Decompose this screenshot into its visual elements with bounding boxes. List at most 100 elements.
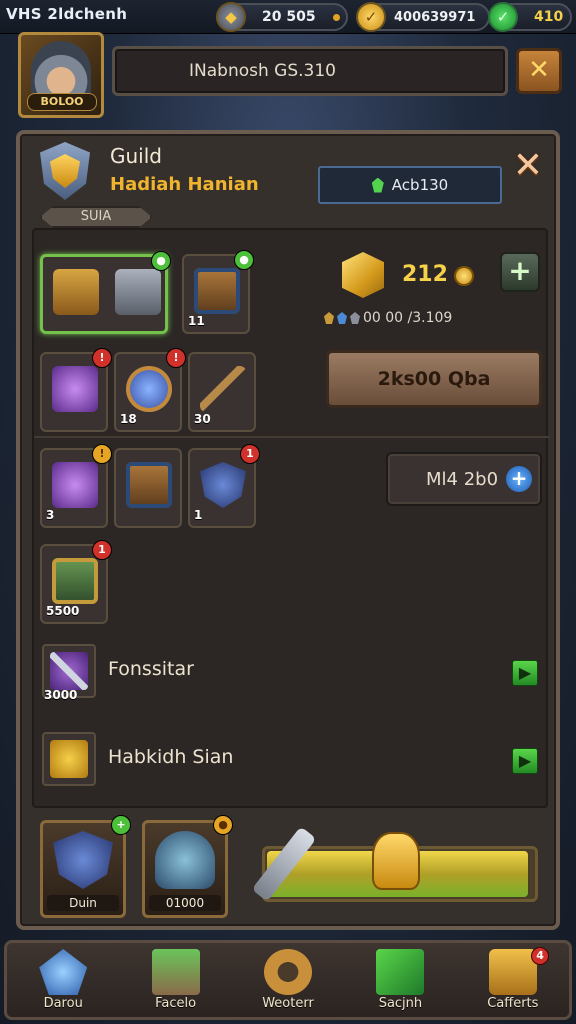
nav-item-3[interactable]: Weoterr: [232, 943, 344, 1017]
crate-icon: [126, 462, 172, 508]
gold-coin-icon: ✓: [356, 2, 386, 32]
slot-qty: 1: [194, 508, 203, 522]
hero-card[interactable]: ● 01000: [142, 815, 233, 918]
gold-value: 400639971: [394, 9, 476, 25]
guild-tag[interactable]: SUIA: [40, 206, 152, 228]
slot-badge: ●: [151, 251, 171, 271]
top-close-button[interactable]: ✕: [516, 48, 562, 94]
slot-badge: 1: [240, 444, 260, 464]
slot-bow[interactable]: 30: [188, 352, 256, 432]
list-item[interactable]: Habkidh Sian ▶: [38, 730, 546, 794]
slot-qty: 11: [188, 314, 205, 328]
gem-icon: ✓: [488, 2, 518, 32]
nav-item-2[interactable]: Facelo: [119, 943, 231, 1017]
slot-purple-box[interactable]: 3!: [40, 444, 112, 528]
slot-qty: 30: [194, 412, 211, 426]
purple-icon: [52, 462, 98, 508]
crate-icon: [194, 268, 240, 314]
nav-label: Weoterr: [262, 996, 314, 1011]
nav-item-1[interactable]: Darou: [7, 943, 119, 1017]
guild-code-field[interactable]: Acb130: [318, 166, 502, 204]
slot-badge: 1: [92, 540, 112, 560]
stone-icon: ◆: [216, 2, 246, 32]
guild-code-value: Acb130: [391, 176, 449, 194]
top-bar: VHS 2ldchenh ◆ 20 505 ✓ 400639971 ✓ 410: [0, 0, 576, 34]
slot-map[interactable]: 5500 1: [40, 540, 112, 624]
panel-close-button[interactable]: ✕: [508, 146, 548, 186]
golden-pot-icon: [372, 832, 420, 890]
slot-chest[interactable]: ●: [40, 251, 171, 334]
player-name-bar[interactable]: INabnosh GS.310: [112, 46, 508, 96]
guild-name: Hadiah Hanian: [110, 174, 259, 195]
bow-icon: [200, 366, 246, 412]
hero-badge: ●: [213, 815, 233, 835]
slot-blue-orb[interactable]: 18!: [114, 348, 186, 432]
weight-icon: [50, 740, 88, 778]
slot-treasure[interactable]: [114, 448, 182, 528]
bottom-nav: Darou Facelo Weoterr Sacjnh Cafferts 4: [4, 940, 572, 1020]
book-icon: [151, 949, 200, 995]
sword-icon: [50, 652, 88, 690]
coin-icon: [454, 266, 474, 286]
gold-cube-icon: [342, 252, 384, 298]
gem-resource[interactable]: ✓ 410: [488, 2, 572, 32]
arrow-right-icon[interactable]: ▶: [512, 748, 538, 774]
crystal-icon: [39, 949, 88, 995]
guild-emblem-icon: [40, 142, 90, 200]
list-item-label: Habkidh Sian: [108, 746, 234, 768]
slot-qty: 3: [46, 508, 55, 522]
secondary-action-label: Ml4 2b0: [426, 468, 499, 490]
scroll-icon: [376, 949, 425, 995]
nav-label: Sacjnh: [378, 996, 423, 1011]
add-gold-button[interactable]: +: [500, 252, 540, 292]
slot-badge: !: [166, 348, 186, 368]
primary-action-button[interactable]: 2ks00 Qba: [326, 350, 542, 408]
slot-qty: 5500: [46, 604, 80, 618]
slot-qty: 18: [120, 412, 137, 426]
gem-value: 410: [534, 9, 564, 25]
list-item-label: Fonssitar: [108, 658, 194, 680]
player-level: BOLOO: [27, 93, 97, 111]
nav-label: Facelo: [155, 996, 197, 1011]
resource-indicator-dot: [333, 13, 340, 21]
stone-value: 20 505: [262, 9, 316, 25]
slot-purple-staff[interactable]: !: [40, 348, 112, 432]
secondary-action-button[interactable]: Ml4 2b0 +: [386, 452, 542, 506]
slot-crate[interactable]: 11 ●: [182, 250, 254, 334]
arrow-right-icon[interactable]: ▶: [512, 660, 538, 686]
hero-card[interactable]: + Duin: [40, 815, 131, 918]
nav-item-5[interactable]: Cafferts 4: [457, 943, 569, 1017]
metal-box-icon: [115, 269, 161, 315]
gold-gem-icon: [324, 312, 334, 324]
game-title: VHS 2ldchenh: [6, 5, 128, 23]
hero-badge: +: [111, 815, 131, 835]
nav-label: Cafferts: [487, 996, 539, 1011]
purple-icon: [52, 366, 98, 412]
nav-label: Darou: [43, 996, 83, 1011]
list-item[interactable]: 3000 Fonssitar ▶: [38, 642, 546, 706]
map-icon: [52, 558, 98, 604]
nav-badge: 4: [531, 947, 550, 965]
chest-icon: [53, 269, 99, 315]
blue-gem-icon: [337, 312, 347, 324]
section-divider: [34, 436, 550, 438]
stat-line: 00 00 /3.109: [324, 310, 452, 326]
helmet-hero-icon: [155, 831, 215, 889]
blue-icon: [126, 366, 172, 412]
stone-resource[interactable]: ◆ 20 505: [216, 2, 348, 32]
green-gem-icon: [371, 177, 384, 193]
guild-title: Guild: [110, 144, 162, 168]
gold-resource[interactable]: ✓ 400639971: [356, 2, 490, 32]
nav-item-4[interactable]: Sacjnh: [344, 943, 456, 1017]
player-name: INabnosh GS.310: [189, 61, 336, 81]
slot-badge: ●: [234, 250, 254, 270]
avatar[interactable]: BOLOO: [18, 32, 104, 118]
slot-shield[interactable]: 11: [188, 444, 260, 528]
silver-gem-icon: [350, 312, 360, 324]
plus-icon: +: [506, 466, 532, 492]
guild-panel: Guild Hadiah Hanian SUIA Acb130 ✕ ● 11 ●! 1…: [16, 130, 560, 930]
slot-badge: !: [92, 348, 112, 368]
slot-badge: !: [92, 444, 112, 464]
list-item-qty: 3000: [44, 688, 78, 702]
inventory-area: ● 11 ●! 18! 30 3! 1 1 5500 1 212 + 00 00 /3.109 2…: [32, 228, 550, 808]
